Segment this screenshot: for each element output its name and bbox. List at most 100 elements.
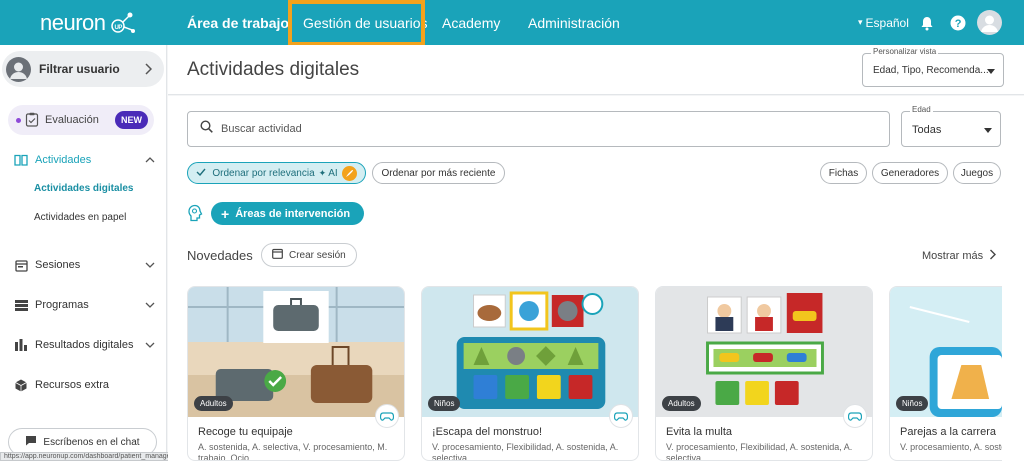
age-filter-select[interactable]: Edad Todas [901,105,1001,147]
search-placeholder: Buscar actividad [221,123,302,135]
nav-area-de-trabajo[interactable]: Área de trabajo [187,0,289,45]
card-description: V. procesamiento, A. sostenida [900,442,1002,452]
filter-fichas-chip[interactable]: Fichas [820,162,867,184]
clipboard-check-icon [25,112,39,132]
sort-relevance-label: Ordenar por relevancia [212,167,315,179]
actividades-label: Actividades [35,154,92,166]
programas-label: Programas [35,299,89,311]
card-title: Recoge tu equipaje [198,426,293,438]
age-filter-value: Todas [912,124,942,136]
activity-card[interactable]: Adultos Evita la multa V. procesamiento,… [655,286,873,461]
chat-icon [25,435,37,449]
sidebar-subitem-actividades-en-papel[interactable]: Actividades en papel [34,212,126,223]
logo-text: neuron [40,10,106,35]
card-title: Parejas a la carrera [900,426,996,438]
sparkle-icon: ✦ [318,167,327,178]
page-header: Actividades digitales Personalizar vista… [168,45,1024,95]
caret-down-icon [987,69,995,74]
recursos-extra-label: Recursos extra [35,379,109,391]
intervention-areas-button[interactable]: + Áreas de intervención [211,202,365,225]
logo-badge: UP [114,25,122,31]
intervention-areas-label: Áreas de intervención [235,207,351,220]
language-selector[interactable]: ▾ Español [858,0,909,45]
ai-label: AI [328,167,338,179]
sidebar-item-evaluacion[interactable]: Evaluación NEW [8,105,154,135]
plus-icon: + [221,205,230,222]
sesiones-label: Sesiones [35,259,81,271]
age-tag: Niños [428,396,461,411]
new-dot-indicator [16,117,21,123]
chevron-right-icon [144,62,153,80]
activity-card[interactable]: Niños Parejas a la carrera V. procesamie… [889,286,1002,461]
filter-juegos-chip[interactable]: Juegos [953,162,1001,184]
calendar-icon [272,248,283,262]
sidebar: Filtrar usuario Evaluación NEW Actividad… [0,45,167,461]
show-more-label: Mostrar más [922,250,984,262]
rocket-icon [341,165,357,181]
cube-icon [14,378,28,392]
sidebar-item-actividades[interactable]: Actividades [14,153,159,167]
logo-mark-icon: UP [108,10,135,36]
language-caret-icon: ▾ [858,17,863,27]
chat-label: Escríbenos en el chat [43,436,140,448]
list-icon [14,298,28,312]
nav-highlight-box [288,0,425,46]
filter-generadores-chip[interactable]: Generadores [872,162,948,184]
filter-user-label: Filtrar usuario [39,62,120,76]
evaluacion-label: Evaluación [45,114,99,126]
card-title: ¡Escapa del monstruo! [432,426,543,438]
age-tag: Adultos [194,396,233,411]
sort-recent-chip[interactable]: Ordenar por más reciente [372,162,505,184]
sidebar-item-programas[interactable]: Programas [14,298,159,312]
chevron-up-icon [145,154,155,166]
chevron-down-icon [145,259,155,271]
card-description: V. procesamiento, Flexibilidad, A. soste… [432,442,619,461]
age-filter-legend: Edad [910,105,933,114]
search-input[interactable]: Buscar actividad [187,111,890,147]
resultados-digitales-label: Resultados digitales [35,339,134,351]
gamepad-icon [843,404,867,428]
view-customize-value: Edad, Tipo, Recomenda... [873,65,989,76]
age-tag: Adultos [662,396,701,411]
chevron-down-icon [145,299,155,311]
language-label: Español [865,15,909,30]
page-title: Actividades digitales [187,59,360,80]
sidebar-subitem-actividades-digitales[interactable]: Actividades digitales [34,183,133,194]
card-description: V. procesamiento, Flexibilidad, A. soste… [666,442,853,461]
caret-down-icon [984,128,992,133]
create-session-button[interactable]: Crear sesión [261,243,357,267]
search-icon [200,120,213,138]
user-silhouette-icon [6,56,31,82]
chevron-right-icon [989,249,997,263]
gamepad-icon [375,404,399,428]
sidebar-item-resultados-digitales[interactable]: Resultados digitales [14,338,159,352]
view-customize-legend: Personalizar vista [871,47,939,56]
novedades-title: Novedades [187,248,253,263]
top-navigation-bar: neuron UP Área de trabajo Gestión de usu… [0,0,1024,46]
check-icon [196,168,206,179]
svg-text:?: ? [955,18,962,30]
nav-academy[interactable]: Academy [442,0,500,45]
sidebar-item-recursos-extra[interactable]: Recursos extra [14,378,159,392]
book-icon [14,153,28,167]
new-badge: NEW [115,111,148,129]
activity-card[interactable]: Adultos Recoge tu equipaje A. sostenida,… [187,286,405,461]
help-icon[interactable]: ? [948,13,968,33]
main-content: Buscar actividad Edad Todas Ordenar por … [168,96,1024,461]
nav-administracion[interactable]: Administración [528,0,620,45]
chevron-down-icon [145,339,155,351]
filter-user-button[interactable]: Filtrar usuario [2,51,164,87]
sidebar-item-sesiones[interactable]: Sesiones [14,258,159,272]
view-customize-select[interactable]: Personalizar vista Edad, Tipo, Recomenda… [862,47,1004,87]
age-tag: Niños [896,396,929,411]
create-session-label: Crear sesión [289,249,346,261]
bell-icon[interactable] [917,13,937,33]
head-brain-icon [187,204,204,227]
activity-card[interactable]: Niños ¡Escapa del monstruo! V. procesami… [421,286,639,461]
gamepad-icon [609,404,633,428]
sort-relevance-chip[interactable]: Ordenar por relevancia ✦ AI [187,162,366,184]
show-more-link[interactable]: Mostrar más [922,249,997,263]
bar-chart-icon [14,338,28,352]
neuronup-logo[interactable]: neuron UP [40,8,135,38]
user-avatar-icon[interactable] [977,10,1002,35]
